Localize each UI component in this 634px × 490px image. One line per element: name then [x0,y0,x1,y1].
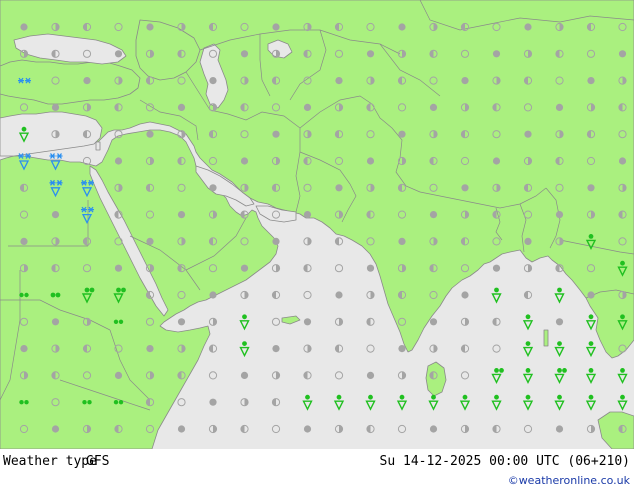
clear-dot-icon [240,371,249,379]
clear-dot-icon [146,237,154,245]
clear-dot-icon [524,23,532,31]
clear-dot-icon [555,318,564,326]
clear-dot-icon [398,130,406,138]
clear-dot-icon [20,237,28,245]
clear-dot-icon [398,237,406,245]
clear-dot-icon [555,211,564,219]
clear-dot-icon [51,211,60,219]
clear-dot-icon [209,77,217,85]
clear-dot-icon [177,103,186,111]
clear-dot-icon [177,318,186,326]
clear-dot-icon [83,77,91,85]
clear-dot-icon [272,23,280,31]
clear-dot-icon [429,318,438,326]
clear-dot-icon [398,345,406,353]
clear-dot-icon [114,371,123,379]
clear-dot-icon [555,425,564,433]
clear-dot-icon [555,103,564,111]
clear-dot-icon [524,237,532,245]
clear-dot-icon [429,103,438,111]
clear-dot-icon [177,425,186,433]
clear-dot-icon [461,77,469,85]
clear-dot-icon [303,103,312,111]
clear-dot-icon [461,184,469,192]
clear-dot-icon [587,184,595,192]
clear-dot-icon [209,291,217,299]
map-type-label: Weather type [3,454,97,469]
clear-dot-icon [461,291,469,299]
clear-dot-icon [303,425,312,433]
clear-dot-icon [492,264,501,272]
clear-dot-icon [618,50,627,58]
clear-dot-icon [51,103,60,111]
clear-dot-icon [303,211,312,219]
clear-dot-icon [429,211,438,219]
weather-map[interactable] [0,0,634,449]
clear-dot-icon [272,130,280,138]
clear-dot-icon [272,237,280,245]
map-canvas [0,0,634,449]
credit-link[interactable]: ©weatheronline.co.uk [508,474,630,487]
clear-dot-icon [366,371,375,379]
clear-dot-icon [146,345,154,353]
clear-dot-icon [51,425,60,433]
clear-dot-icon [240,50,249,58]
clear-dot-icon [209,398,217,406]
clear-dot-icon [587,291,595,299]
clear-dot-icon [429,425,438,433]
clear-dot-icon [618,157,627,165]
clear-dot-icon [114,157,123,165]
clear-dot-icon [114,264,123,272]
clear-dot-icon [587,77,595,85]
clear-dot-icon [524,130,532,138]
landmass-andaman [543,329,549,347]
clear-dot-icon [335,184,343,192]
model-label: GFS [86,454,110,469]
clear-dot-icon [146,130,154,138]
clear-dot-icon [335,291,343,299]
clear-dot-icon [51,318,60,326]
clear-dot-icon [335,77,343,85]
clear-dot-icon [398,23,406,31]
clear-dot-icon [240,157,249,165]
dead-sea [95,141,101,151]
clear-dot-icon [146,23,154,31]
clear-dot-icon [272,345,280,353]
footer-bar: Weather type GFS Su 14-12-2025 00:00 UTC… [0,449,634,490]
clear-dot-icon [20,345,28,353]
clear-dot-icon [492,157,501,165]
clear-dot-icon [366,50,375,58]
clear-dot-icon [492,50,501,58]
clear-dot-icon [366,157,375,165]
clear-dot-icon [209,184,217,192]
clear-dot-icon [240,264,249,272]
clear-dot-icon [177,211,186,219]
clear-dot-icon [303,318,312,326]
clear-dot-icon [20,23,28,31]
clear-dot-icon [366,264,375,272]
clear-dot-icon [114,50,123,58]
valid-time-label: Su 14-12-2025 00:00 UTC (06+210) [379,454,630,469]
